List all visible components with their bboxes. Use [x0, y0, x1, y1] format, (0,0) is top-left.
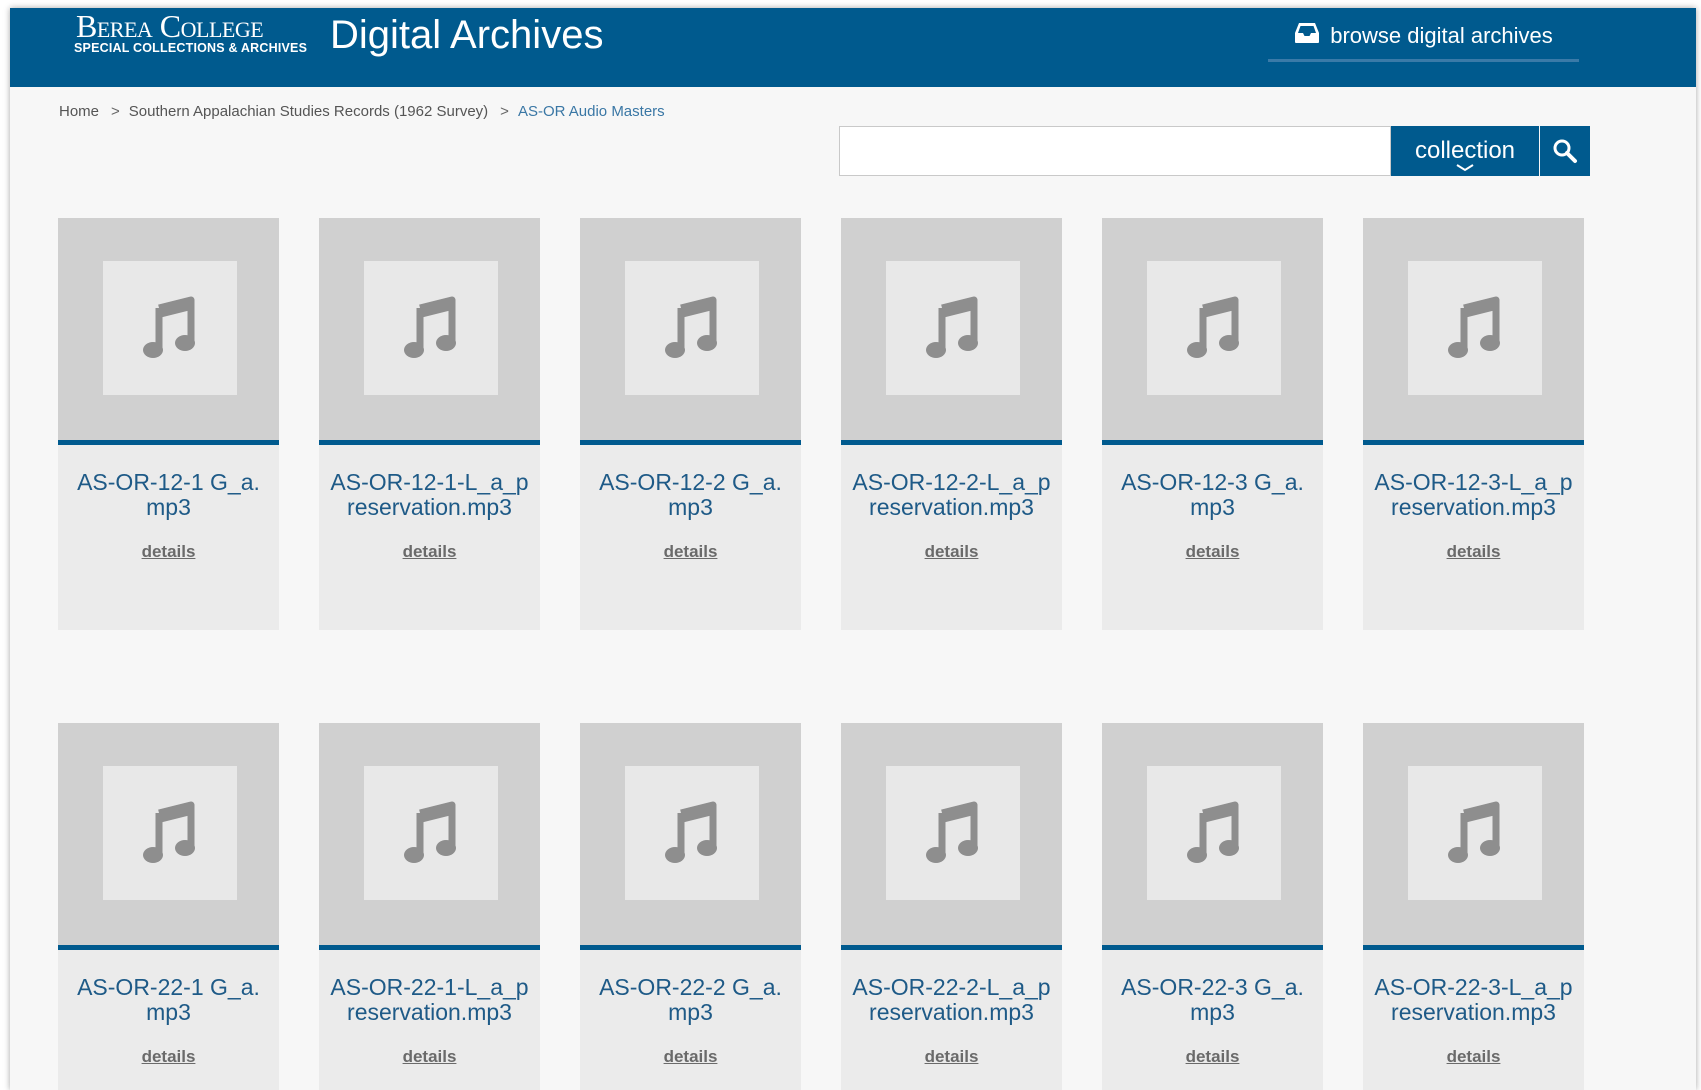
item-title[interactable]: AS-OR-22-2-L_a_preservation.mp3: [851, 975, 1052, 1025]
inbox-tray-icon: [1294, 22, 1320, 50]
item-thumbnail[interactable]: [319, 218, 540, 445]
item-thumbnail[interactable]: [580, 218, 801, 445]
breadcrumb-home[interactable]: Home: [59, 103, 99, 120]
item-thumbnail[interactable]: [1102, 723, 1323, 950]
item-thumbnail[interactable]: [58, 218, 279, 445]
search-icon: [1553, 139, 1577, 163]
details-link[interactable]: details: [841, 1047, 1062, 1067]
breadcrumb: Home > Southern Appalachian Studies Reco…: [59, 103, 665, 120]
result-card: AS-OR-12-2-L_a_preservation.mp3 details: [841, 218, 1062, 630]
item-title[interactable]: AS-OR-22-3 G_a.mp3: [1112, 975, 1313, 1025]
music-note-icon: [143, 801, 195, 863]
chevron-down-icon: [1456, 164, 1474, 172]
item-title[interactable]: AS-OR-22-1-L_a_preservation.mp3: [329, 975, 530, 1025]
result-card: AS-OR-22-3 G_a.mp3 details: [1102, 723, 1323, 1090]
details-link[interactable]: details: [1363, 1047, 1584, 1067]
music-note-icon: [1187, 296, 1239, 358]
logo-wordmark: Berea College: [76, 8, 264, 44]
music-note-icon: [404, 296, 456, 358]
details-link[interactable]: details: [319, 542, 540, 562]
item-thumbnail[interactable]: [841, 723, 1062, 950]
item-thumbnail[interactable]: [1102, 218, 1323, 445]
music-note-icon: [1448, 801, 1500, 863]
berea-college-logo[interactable]: Berea College SPECIAL COLLECTIONS & ARCH…: [74, 8, 307, 58]
item-title[interactable]: AS-OR-12-2 G_a.mp3: [590, 470, 791, 520]
details-link[interactable]: details: [58, 1047, 279, 1067]
search-scope-label: collection: [1414, 137, 1516, 164]
result-card: AS-OR-22-2 G_a.mp3 details: [580, 723, 801, 1090]
result-card: AS-OR-22-1 G_a.mp3 details: [58, 723, 279, 1090]
item-thumbnail[interactable]: [1363, 218, 1584, 445]
item-title[interactable]: AS-OR-22-2 G_a.mp3: [590, 975, 791, 1025]
item-thumbnail[interactable]: [58, 723, 279, 950]
result-card: AS-OR-12-2 G_a.mp3 details: [580, 218, 801, 630]
site-header: Berea College SPECIAL COLLECTIONS & ARCH…: [10, 8, 1696, 87]
music-note-icon: [1448, 296, 1500, 358]
details-link[interactable]: details: [841, 542, 1062, 562]
details-link[interactable]: details: [1363, 542, 1584, 562]
result-card: AS-OR-22-3-L_a_preservation.mp3 details: [1363, 723, 1584, 1090]
details-link[interactable]: details: [58, 542, 279, 562]
logo-subtitle: SPECIAL COLLECTIONS & ARCHIVES: [74, 41, 308, 55]
item-title[interactable]: AS-OR-12-3-L_a_preservation.mp3: [1373, 470, 1574, 520]
music-note-icon: [926, 801, 978, 863]
browser-page: Berea College SPECIAL COLLECTIONS & ARCH…: [10, 8, 1696, 1090]
results-grid: AS-OR-12-1 G_a.mp3 details AS-OR-12-1-L_…: [58, 218, 1584, 1090]
search-input[interactable]: [839, 126, 1391, 176]
search-scope-dropdown[interactable]: collection: [1391, 126, 1539, 176]
browse-label: browse digital archives: [1330, 23, 1553, 48]
browse-digital-archives-button[interactable]: browse digital archives: [1268, 13, 1579, 62]
details-link[interactable]: details: [319, 1047, 540, 1067]
music-note-icon: [1187, 801, 1239, 863]
breadcrumb-separator: >: [500, 103, 509, 120]
result-card: AS-OR-12-1 G_a.mp3 details: [58, 218, 279, 630]
item-title[interactable]: AS-OR-12-3 G_a.mp3: [1112, 470, 1313, 520]
details-link[interactable]: details: [580, 542, 801, 562]
item-thumbnail[interactable]: [319, 723, 540, 950]
result-card: AS-OR-12-3-L_a_preservation.mp3 details: [1363, 218, 1584, 630]
music-note-icon: [926, 296, 978, 358]
item-thumbnail[interactable]: [580, 723, 801, 950]
breadcrumb-current[interactable]: AS-OR Audio Masters: [518, 103, 665, 120]
search-button[interactable]: [1540, 126, 1590, 176]
item-title[interactable]: AS-OR-22-1 G_a.mp3: [68, 975, 269, 1025]
breadcrumb-collection[interactable]: Southern Appalachian Studies Records (19…: [129, 103, 488, 120]
item-thumbnail[interactable]: [1363, 723, 1584, 950]
music-note-icon: [665, 801, 717, 863]
item-thumbnail[interactable]: [841, 218, 1062, 445]
item-title[interactable]: AS-OR-22-3-L_a_preservation.mp3: [1373, 975, 1574, 1025]
result-card: AS-OR-12-3 G_a.mp3 details: [1102, 218, 1323, 630]
site-title[interactable]: Digital Archives: [330, 10, 603, 60]
result-card: AS-OR-12-1-L_a_preservation.mp3 details: [319, 218, 540, 630]
music-note-icon: [665, 296, 717, 358]
search-bar: collection: [839, 126, 1590, 176]
item-title[interactable]: AS-OR-12-1-L_a_preservation.mp3: [329, 470, 530, 520]
item-title[interactable]: AS-OR-12-1 G_a.mp3: [68, 470, 269, 520]
breadcrumb-separator: >: [111, 103, 120, 120]
music-note-icon: [143, 296, 195, 358]
item-title[interactable]: AS-OR-12-2-L_a_preservation.mp3: [851, 470, 1052, 520]
result-card: AS-OR-22-2-L_a_preservation.mp3 details: [841, 723, 1062, 1090]
details-link[interactable]: details: [580, 1047, 801, 1067]
result-card: AS-OR-22-1-L_a_preservation.mp3 details: [319, 723, 540, 1090]
music-note-icon: [404, 801, 456, 863]
details-link[interactable]: details: [1102, 1047, 1323, 1067]
details-link[interactable]: details: [1102, 542, 1323, 562]
